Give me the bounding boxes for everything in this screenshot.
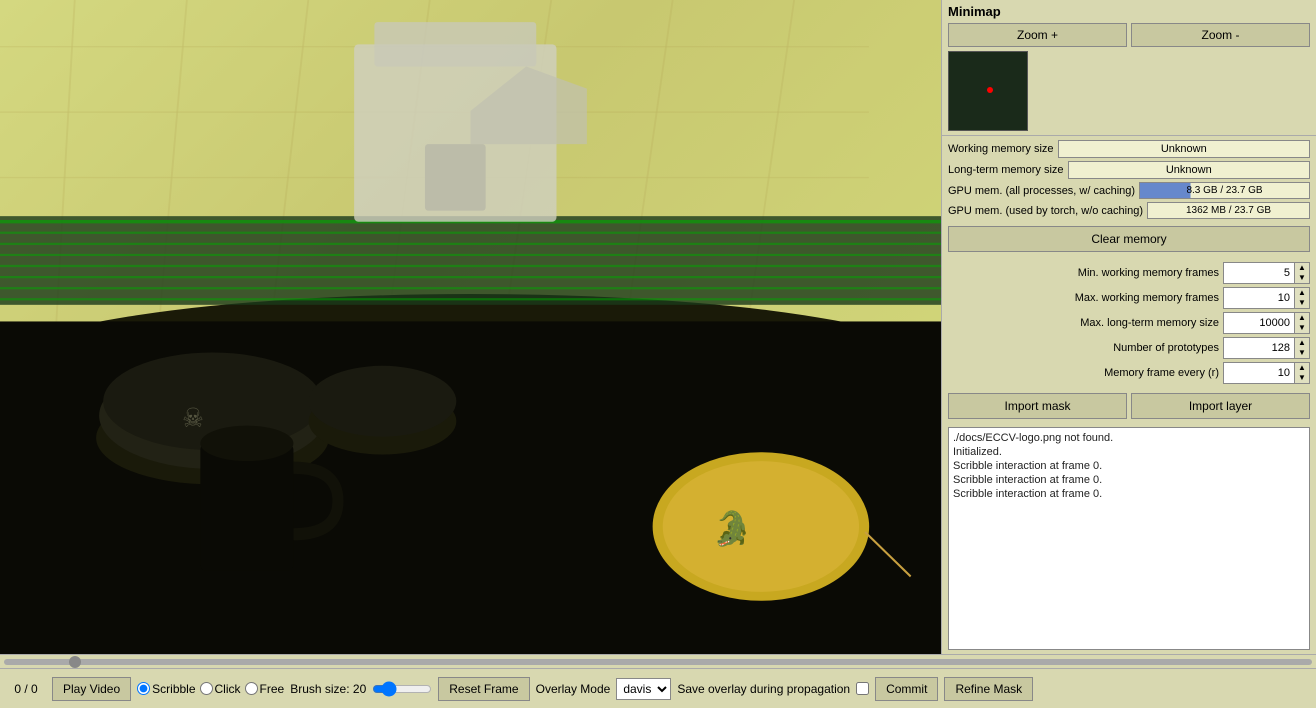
- max-working-spin-up[interactable]: ▲: [1295, 288, 1309, 298]
- svg-text:☠: ☠: [182, 404, 204, 433]
- gpu-torch-value: 1362 MB / 23.7 GB: [1147, 202, 1310, 219]
- longterm-memory-label: Long-term memory size: [948, 164, 1064, 176]
- clear-memory-button[interactable]: Clear memory: [948, 226, 1310, 252]
- working-memory-value: Unknown: [1058, 140, 1310, 158]
- log-line-4: Scribble interaction at frame 0.: [953, 474, 1305, 486]
- min-working-spinner: ▲ ▼: [1294, 263, 1309, 283]
- min-working-input-wrap: ▲ ▼: [1223, 262, 1310, 284]
- min-working-spin-down[interactable]: ▼: [1295, 273, 1309, 283]
- gpu-all-row: GPU mem. (all processes, w/ caching) 8.3…: [948, 182, 1310, 199]
- mem-frame-spin-down[interactable]: ▼: [1295, 373, 1309, 383]
- minimap-section: Minimap Zoom + Zoom -: [942, 0, 1316, 136]
- frame-counter: 0 / 0: [6, 682, 46, 696]
- brush-size-label: Brush size: 20: [290, 682, 366, 696]
- overlay-mode-label: Overlay Mode: [536, 682, 611, 696]
- play-video-button[interactable]: Play Video: [52, 677, 131, 701]
- num-proto-input[interactable]: [1224, 340, 1294, 356]
- max-longterm-row: Max. long-term memory size ▲ ▼: [948, 312, 1310, 334]
- zoom-plus-button[interactable]: Zoom +: [948, 23, 1127, 47]
- save-overlay-label: Save overlay during propagation: [677, 682, 850, 696]
- num-proto-input-wrap: ▲ ▼: [1223, 337, 1310, 359]
- max-longterm-input-wrap: ▲ ▼: [1223, 312, 1310, 334]
- num-proto-spin-up[interactable]: ▲: [1295, 338, 1309, 348]
- max-longterm-spinner: ▲ ▼: [1294, 313, 1309, 333]
- longterm-memory-row: Long-term memory size Unknown: [948, 161, 1310, 179]
- gpu-all-label: GPU mem. (all processes, w/ caching): [948, 185, 1135, 197]
- log-line-3: Scribble interaction at frame 0.: [953, 460, 1305, 472]
- click-label: Click: [215, 682, 241, 696]
- click-radio[interactable]: [200, 682, 213, 695]
- mem-frame-row: Memory frame every (r) ▲ ▼: [948, 362, 1310, 384]
- reset-frame-button[interactable]: Reset Frame: [438, 677, 529, 701]
- bottom-bar: 0 / 0 Play Video Scribble Click Free Bru…: [0, 668, 1316, 708]
- log-line-5: Scribble interaction at frame 0.: [953, 488, 1305, 500]
- mem-frame-label: Memory frame every (r): [948, 367, 1219, 379]
- min-working-input[interactable]: [1224, 265, 1294, 281]
- gpu-torch-label: GPU mem. (used by torch, w/o caching): [948, 205, 1143, 217]
- horizontal-scrollbar[interactable]: [0, 654, 1316, 668]
- refine-mask-button[interactable]: Refine Mask: [944, 677, 1033, 701]
- brush-size-slider[interactable]: [372, 681, 432, 697]
- scribble-radio[interactable]: [137, 682, 150, 695]
- mem-frame-input-wrap: ▲ ▼: [1223, 362, 1310, 384]
- interaction-mode-group: Scribble Click Free: [137, 682, 284, 696]
- free-label: Free: [260, 682, 285, 696]
- memory-section: Working memory size Unknown Long-term me…: [942, 136, 1316, 260]
- free-radio[interactable]: [245, 682, 258, 695]
- working-memory-label: Working memory size: [948, 143, 1054, 155]
- num-proto-row: Number of prototypes ▲ ▼: [948, 337, 1310, 359]
- min-working-label: Min. working memory frames: [948, 267, 1219, 279]
- max-longterm-spin-down[interactable]: ▼: [1295, 323, 1309, 333]
- gpu-torch-row: GPU mem. (used by torch, w/o caching) 13…: [948, 202, 1310, 219]
- scribble-label: Scribble: [152, 682, 195, 696]
- minimap-image: [948, 51, 1028, 131]
- max-working-input-wrap: ▲ ▼: [1223, 287, 1310, 309]
- max-working-spinner: ▲ ▼: [1294, 288, 1309, 308]
- min-working-row: Min. working memory frames ▲ ▼: [948, 262, 1310, 284]
- save-overlay-checkbox[interactable]: [856, 682, 869, 695]
- params-section: Min. working memory frames ▲ ▼ Max. work…: [942, 260, 1316, 389]
- num-proto-label: Number of prototypes: [948, 342, 1219, 354]
- zoom-buttons: Zoom + Zoom -: [948, 23, 1310, 47]
- mem-frame-spin-up[interactable]: ▲: [1295, 363, 1309, 373]
- num-proto-spinner: ▲ ▼: [1294, 338, 1309, 358]
- max-longterm-input[interactable]: [1224, 315, 1294, 331]
- longterm-memory-value: Unknown: [1068, 161, 1310, 179]
- scribble-radio-label[interactable]: Scribble: [137, 682, 195, 696]
- log-line-2: Initialized.: [953, 446, 1305, 458]
- import-mask-button[interactable]: Import mask: [948, 393, 1127, 419]
- video-panel: ☠ 🐊: [0, 0, 941, 654]
- working-memory-row: Working memory size Unknown: [948, 140, 1310, 158]
- mem-frame-spinner: ▲ ▼: [1294, 363, 1309, 383]
- gpu-all-value: 8.3 GB / 23.7 GB: [1139, 182, 1310, 199]
- free-radio-label[interactable]: Free: [245, 682, 285, 696]
- log-section: ./docs/ECCV-logo.png not found. Initiali…: [948, 427, 1310, 650]
- overlay-mode-select[interactable]: davis: [616, 678, 671, 700]
- timeline-slider[interactable]: [4, 659, 1312, 665]
- max-longterm-spin-up[interactable]: ▲: [1295, 313, 1309, 323]
- max-working-row: Max. working memory frames ▲ ▼: [948, 287, 1310, 309]
- click-radio-label[interactable]: Click: [200, 682, 241, 696]
- commit-button[interactable]: Commit: [875, 677, 938, 701]
- max-working-input[interactable]: [1224, 290, 1294, 306]
- log-line-1: ./docs/ECCV-logo.png not found.: [953, 432, 1305, 444]
- right-panel: Minimap Zoom + Zoom - Working memory siz…: [941, 0, 1316, 654]
- max-working-spin-down[interactable]: ▼: [1295, 298, 1309, 308]
- min-working-spin-up[interactable]: ▲: [1295, 263, 1309, 273]
- zoom-minus-button[interactable]: Zoom -: [1131, 23, 1310, 47]
- minimap-title: Minimap: [948, 4, 1310, 19]
- max-working-label: Max. working memory frames: [948, 292, 1219, 304]
- import-layer-button[interactable]: Import layer: [1131, 393, 1310, 419]
- mem-frame-input[interactable]: [1224, 365, 1294, 381]
- import-row: Import mask Import layer: [942, 389, 1316, 423]
- svg-text:🐊: 🐊: [713, 508, 751, 547]
- minimap-dot: [987, 87, 993, 93]
- max-longterm-label: Max. long-term memory size: [948, 317, 1219, 329]
- num-proto-spin-down[interactable]: ▼: [1295, 348, 1309, 358]
